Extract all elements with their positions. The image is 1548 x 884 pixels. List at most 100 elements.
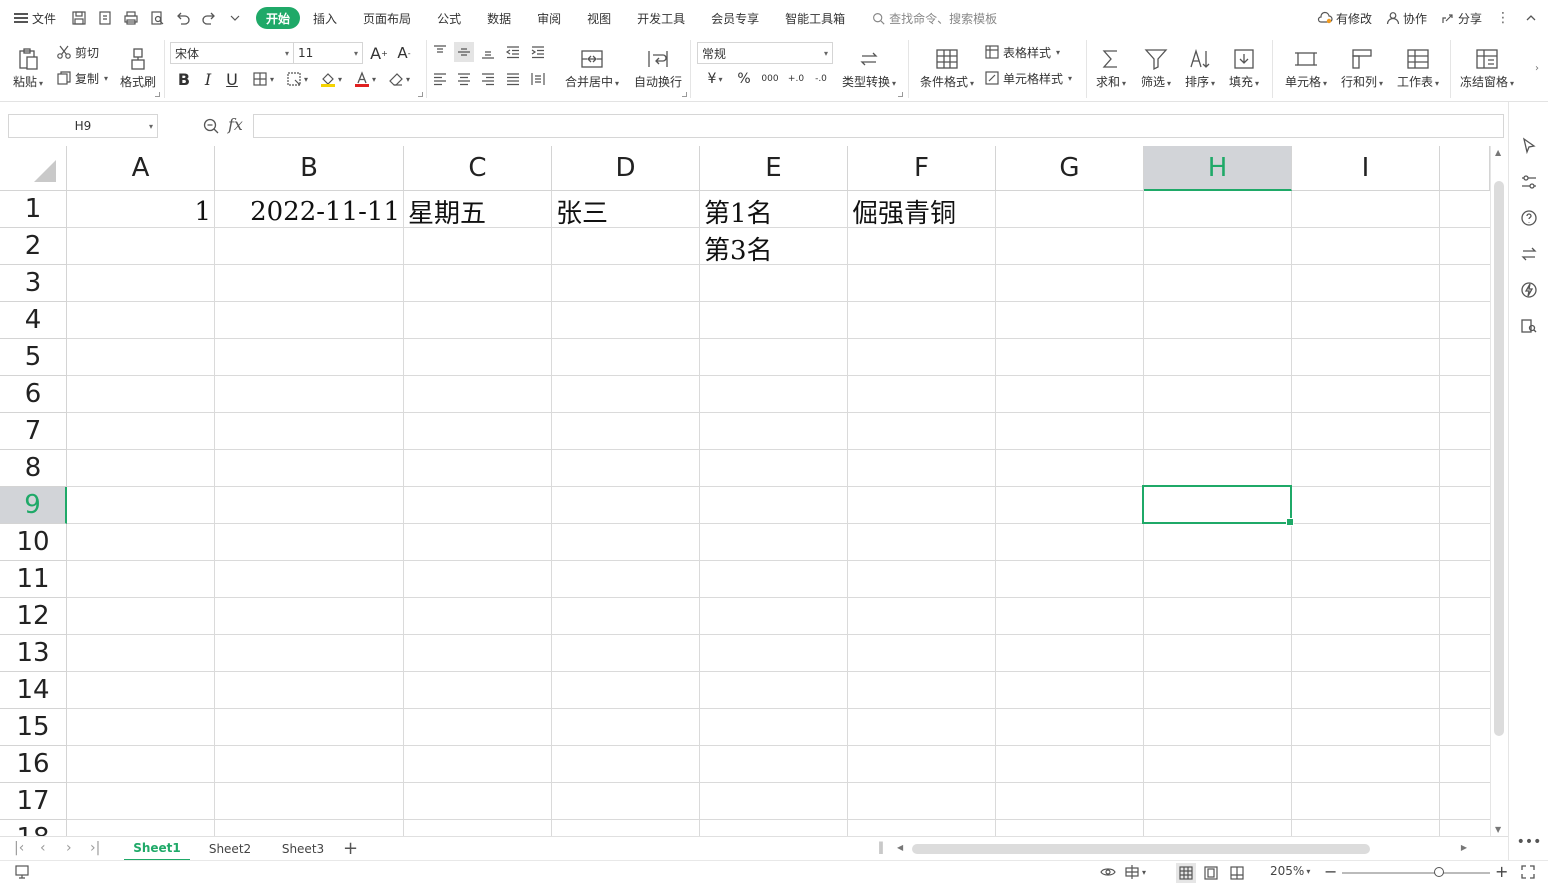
border-icon[interactable]: ▾ <box>248 68 278 90</box>
active-cell-outline[interactable] <box>1142 485 1294 526</box>
redo-icon[interactable] <box>198 7 220 29</box>
page-layout-view-icon[interactable] <box>1201 863 1221 883</box>
increase-font-icon[interactable]: A + <box>368 42 390 64</box>
decrease-indent-icon[interactable] <box>503 42 523 62</box>
font-color-icon[interactable]: ▾ <box>350 68 380 90</box>
print-icon[interactable] <box>120 7 142 29</box>
first-sheet-icon[interactable]: |‹ <box>14 840 24 856</box>
decrease-font-icon[interactable]: A- <box>393 42 415 64</box>
share-button[interactable]: 分享 <box>1441 10 1482 27</box>
column-header-b[interactable]: B <box>215 146 404 191</box>
row-header-8[interactable]: 8 <box>0 450 67 487</box>
underline-icon[interactable]: U <box>222 68 242 90</box>
row-header-18[interactable]: 18 <box>0 820 67 836</box>
align-center-icon[interactable] <box>454 68 474 90</box>
cell-d1[interactable]: 张三 <box>552 193 700 230</box>
chevron-down-icon[interactable] <box>224 7 246 29</box>
font-name-select[interactable]: 宋体 ▾ <box>170 42 294 64</box>
italic-icon[interactable]: I <box>198 68 218 90</box>
column-header-a[interactable]: A <box>67 146 215 191</box>
row-header-13[interactable]: 13 <box>0 635 67 672</box>
row-header-12[interactable]: 12 <box>0 598 67 635</box>
lightning-icon[interactable] <box>1519 280 1539 300</box>
eye-protection-icon[interactable] <box>1100 864 1116 880</box>
cut-button[interactable]: 剪切 <box>56 42 99 62</box>
pointer-icon[interactable] <box>1519 136 1539 156</box>
alignment-dialog-launcher[interactable] <box>682 92 687 97</box>
language-icon[interactable]: ▾ <box>1124 864 1146 880</box>
column-header-i[interactable]: I <box>1292 146 1440 191</box>
currency-button[interactable]: ¥ ▾ <box>701 68 729 90</box>
cell-e2[interactable]: 第3名 <box>700 230 848 267</box>
row-header-1[interactable]: 1 <box>0 191 67 228</box>
cell-a1[interactable]: 1 <box>67 193 215 230</box>
fullscreen-icon[interactable] <box>1520 864 1536 880</box>
vertical-scrollbar[interactable]: ▲ ▼ <box>1490 146 1508 836</box>
spreadsheet-grid[interactable]: ABCDEFGHI 123456789101112131415161718 12… <box>0 146 1490 836</box>
sum-button[interactable]: 求和 ▾ <box>1092 40 1130 96</box>
tab-data[interactable]: 数据 <box>474 7 524 29</box>
align-middle-icon[interactable] <box>454 42 474 62</box>
select-all-corner[interactable] <box>0 146 67 191</box>
fx-icon[interactable]: fx <box>228 115 243 134</box>
row-header-15[interactable]: 15 <box>0 709 67 746</box>
fill-button[interactable]: 填充 ▾ <box>1224 40 1264 96</box>
tab-view[interactable]: 视图 <box>574 7 624 29</box>
distributed-align-icon[interactable] <box>528 68 548 90</box>
tab-formulas[interactable]: 公式 <box>424 7 474 29</box>
cell-format-icon[interactable]: ▾ <box>282 68 312 90</box>
undo-icon[interactable] <box>172 7 194 29</box>
row-header-7[interactable]: 7 <box>0 413 67 450</box>
cell-e1[interactable]: 第1名 <box>700 193 848 230</box>
tab-developer[interactable]: 开发工具 <box>624 7 698 29</box>
copy-button[interactable]: 复制 ▾ <box>56 68 108 88</box>
split-handle-icon[interactable]: ‖ <box>878 840 884 854</box>
scroll-down-icon[interactable]: ▼ <box>1495 825 1501 834</box>
sheet-tab-sheet3[interactable]: Sheet3 <box>270 837 336 861</box>
next-sheet-icon[interactable]: › <box>66 840 72 856</box>
column-header-d[interactable]: D <box>552 146 700 191</box>
sheet-tab-sheet2[interactable]: Sheet2 <box>198 837 262 861</box>
merge-center-button[interactable]: 合并居中 ▾ <box>560 40 624 96</box>
align-top-icon[interactable] <box>430 42 450 62</box>
command-search[interactable]: 查找命令、搜索模板 <box>872 10 997 27</box>
name-box[interactable]: H9 ▾ <box>8 114 158 138</box>
bold-icon[interactable]: B <box>174 68 194 90</box>
fill-color-icon[interactable]: ▾ <box>316 68 346 90</box>
font-size-select[interactable]: 11 ▾ <box>293 42 363 64</box>
tab-smart-tools[interactable]: 智能工具箱 <box>772 7 858 29</box>
zoom-in-button[interactable]: + <box>1495 862 1508 881</box>
cell-c1[interactable]: 星期五 <box>404 193 552 230</box>
column-header-g[interactable]: G <box>996 146 1144 191</box>
freeze-panes-button[interactable]: 冻结窗格 ▾ <box>1456 40 1518 96</box>
column-header-f[interactable]: F <box>848 146 996 191</box>
export-pdf-icon[interactable] <box>94 7 116 29</box>
collab-button[interactable]: 协作 <box>1386 10 1427 27</box>
file-menu[interactable]: 文件 <box>0 0 64 36</box>
collapse-ribbon-icon[interactable] <box>1524 11 1538 25</box>
tab-review[interactable]: 审阅 <box>524 7 574 29</box>
row-header-11[interactable]: 11 <box>0 561 67 598</box>
tab-page-layout[interactable]: 页面布局 <box>350 7 424 29</box>
align-bottom-icon[interactable] <box>478 42 498 62</box>
column-header-e[interactable]: E <box>700 146 848 191</box>
row-col-button[interactable]: 行和列 ▾ <box>1336 40 1388 96</box>
row-header-3[interactable]: 3 <box>0 265 67 302</box>
zoom-level-select[interactable]: 205% ▾ <box>1270 864 1310 878</box>
macro-record-icon[interactable] <box>14 864 30 880</box>
row-header-16[interactable]: 16 <box>0 746 67 783</box>
normal-view-icon[interactable] <box>1176 863 1196 883</box>
modified-button[interactable]: 有修改 <box>1317 10 1372 27</box>
print-preview-icon[interactable] <box>146 7 168 29</box>
font-dialog-launcher[interactable] <box>418 92 423 97</box>
row-header-9[interactable]: 9 <box>0 487 67 524</box>
row-header-14[interactable]: 14 <box>0 672 67 709</box>
number-dialog-launcher[interactable] <box>898 92 903 97</box>
help-icon[interactable] <box>1519 208 1539 228</box>
page-break-view-icon[interactable] <box>1227 863 1247 883</box>
horizontal-scroll-thumb[interactable] <box>912 844 1370 854</box>
increase-decimal-button[interactable]: +.0 <box>785 68 807 90</box>
row-header-4[interactable]: 4 <box>0 302 67 339</box>
tab-home[interactable]: 开始 <box>256 7 301 29</box>
table-style-button[interactable]: 表格样式 ▾ <box>984 42 1060 62</box>
